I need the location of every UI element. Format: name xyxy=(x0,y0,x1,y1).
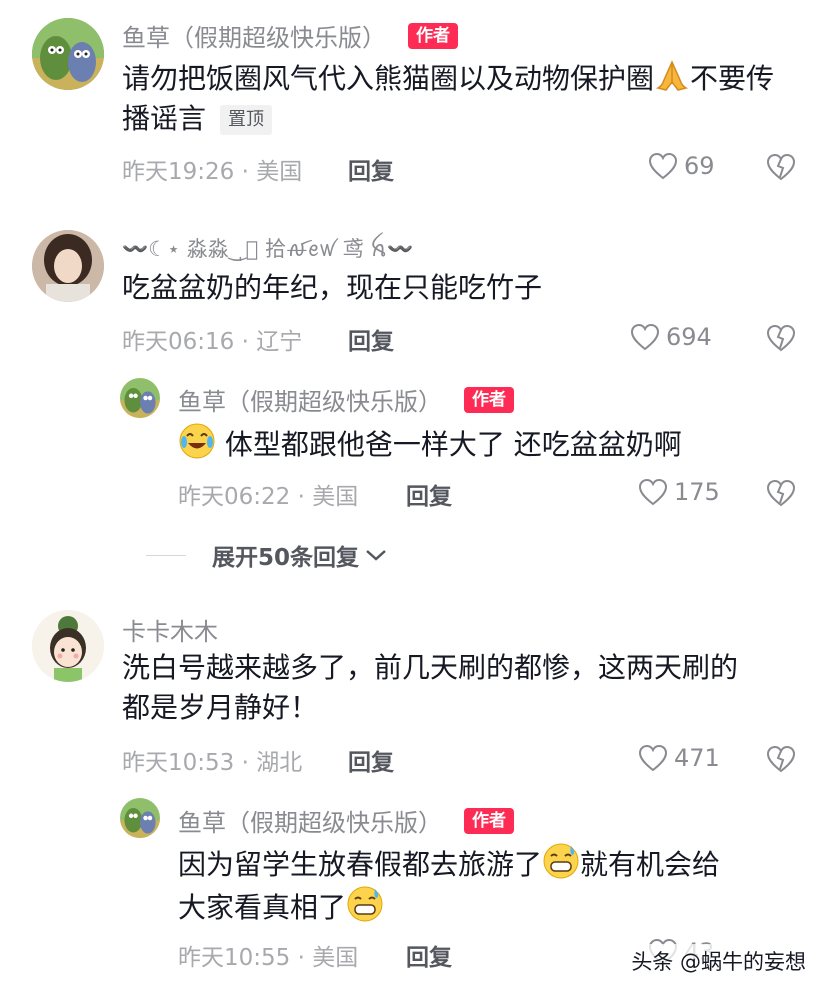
fish-avatar-icon xyxy=(120,798,160,838)
like-count: 471 xyxy=(674,744,720,772)
like-count: 694 xyxy=(666,323,712,351)
reply-button[interactable]: 回复 xyxy=(406,477,452,511)
like-button[interactable]: 175 xyxy=(638,478,720,506)
dislike-button[interactable] xyxy=(766,745,796,777)
author-name[interactable]: 鱼草（假期超级快乐版） xyxy=(178,382,442,417)
praying-hands-icon xyxy=(655,60,689,91)
comment-text: 洗白号越来越多了，前几天刷的都惨，这两天刷的 都是岁月静好！ xyxy=(122,648,812,728)
reply-text: 因为留学生放春假都去旅游了 就有机会给 大家看真相了 xyxy=(178,842,808,928)
author-name[interactable]: 鱼草（假期超级快乐版） xyxy=(122,18,386,53)
comment-text-line: 洗白号越来越多了，前几天刷的都惨，这两天刷的 xyxy=(122,651,739,684)
reply-button[interactable]: 回复 xyxy=(406,938,452,972)
author-name[interactable]: 〰️☾⋆ 淼淼‿̩͙ 拾ꫛꫀꪝ 鸢 ꫝ〰️ xyxy=(122,229,413,273)
author-badge: 作者 xyxy=(464,386,514,413)
dislike-button[interactable] xyxy=(766,153,796,185)
author-badge: 作者 xyxy=(408,22,458,49)
reply-author[interactable]: 鱼草（假期超级快乐版） 作者 xyxy=(178,803,514,838)
comment-text: 吃盆盆奶的年纪，现在只能吃竹子 xyxy=(122,271,543,304)
like-button[interactable]: 69 xyxy=(648,152,715,180)
author-badge: 作者 xyxy=(464,807,514,834)
broken-heart-icon xyxy=(766,479,796,507)
crying-laughing-emoji-icon xyxy=(179,423,215,459)
like-button[interactable]: 471 xyxy=(638,744,720,772)
avatar[interactable] xyxy=(32,610,104,682)
watermark: 头条 @蜗牛的妄想 xyxy=(627,944,810,978)
broken-heart-icon xyxy=(766,324,796,352)
comment-meta: 昨天10:53 · 湖北 xyxy=(122,750,303,776)
avatar[interactable] xyxy=(120,378,160,418)
fish-avatar-icon xyxy=(32,18,104,90)
like-count: 69 xyxy=(684,152,715,180)
comment-author[interactable]: 〰️☾⋆ 淼淼‿̩͙ 拾ꫛꫀꪝ 鸢 ꫝ〰️ xyxy=(122,229,413,273)
grinning-sweat-emoji-icon xyxy=(543,843,579,879)
comment-meta: 昨天06:16 · 辽宁 xyxy=(122,329,303,355)
like-button[interactable]: 694 xyxy=(630,323,712,351)
author-name[interactable]: 鱼草（假期超级快乐版） xyxy=(178,803,442,838)
reply-text: 体型都跟他爸一样大了 还吃盆盆奶啊 xyxy=(178,422,682,465)
reply-meta: 昨天06:22 · 美国 xyxy=(178,484,359,510)
broken-heart-icon xyxy=(766,153,796,181)
reply-text-line: 因为留学生放春假都去旅游了 就有机会给 xyxy=(178,842,808,885)
person-avatar-icon xyxy=(32,230,104,302)
reply-author[interactable]: 鱼草（假期超级快乐版） 作者 xyxy=(178,382,514,417)
divider xyxy=(146,554,186,556)
reply-text-line: 大家看真相了 xyxy=(178,885,808,928)
heart-icon xyxy=(638,744,668,772)
avatar[interactable] xyxy=(32,230,104,302)
avatar[interactable] xyxy=(120,798,160,838)
reply-meta: 昨天10:55 · 美国 xyxy=(178,945,359,971)
grinning-sweat-emoji-icon xyxy=(347,886,383,922)
comment-text-line: 请勿把饭圈风气代入熊猫圈以及动物保护圈 xyxy=(122,62,655,95)
chevron-down-icon xyxy=(366,550,386,561)
heart-icon xyxy=(630,323,660,351)
expand-replies-button[interactable]: 展开50条回复 xyxy=(146,538,387,572)
comment-text: 请勿把饭圈风气代入熊猫圈以及动物保护圈 不要传播谣言 置顶 xyxy=(122,58,802,139)
dislike-button[interactable] xyxy=(766,324,796,356)
cartoon-girl-avatar-icon xyxy=(32,610,104,682)
broken-heart-icon xyxy=(766,745,796,773)
fish-avatar-icon xyxy=(120,378,160,418)
avatar[interactable] xyxy=(32,18,104,90)
reply-button[interactable]: 回复 xyxy=(348,743,394,777)
comment-meta: 昨天19:26 · 美国 xyxy=(122,159,303,185)
dislike-button[interactable] xyxy=(766,479,796,511)
like-count: 175 xyxy=(674,478,720,506)
reply-button[interactable]: 回复 xyxy=(348,322,394,356)
comment-author[interactable]: 卡卡木木 xyxy=(122,612,218,647)
comment-author[interactable]: 鱼草（假期超级快乐版） 作者 xyxy=(122,18,458,53)
comment-text-line: 都是岁月静好！ xyxy=(122,691,319,724)
pinned-badge: 置顶 xyxy=(220,105,273,135)
expand-replies-label[interactable]: 展开50条回复 xyxy=(212,538,359,572)
reply-text-line: 体型都跟他爸一样大了 还吃盆盆奶啊 xyxy=(224,428,682,461)
heart-icon xyxy=(638,478,668,506)
reply-button[interactable]: 回复 xyxy=(348,152,394,186)
author-name[interactable]: 卡卡木木 xyxy=(122,612,218,647)
heart-icon xyxy=(648,152,678,180)
